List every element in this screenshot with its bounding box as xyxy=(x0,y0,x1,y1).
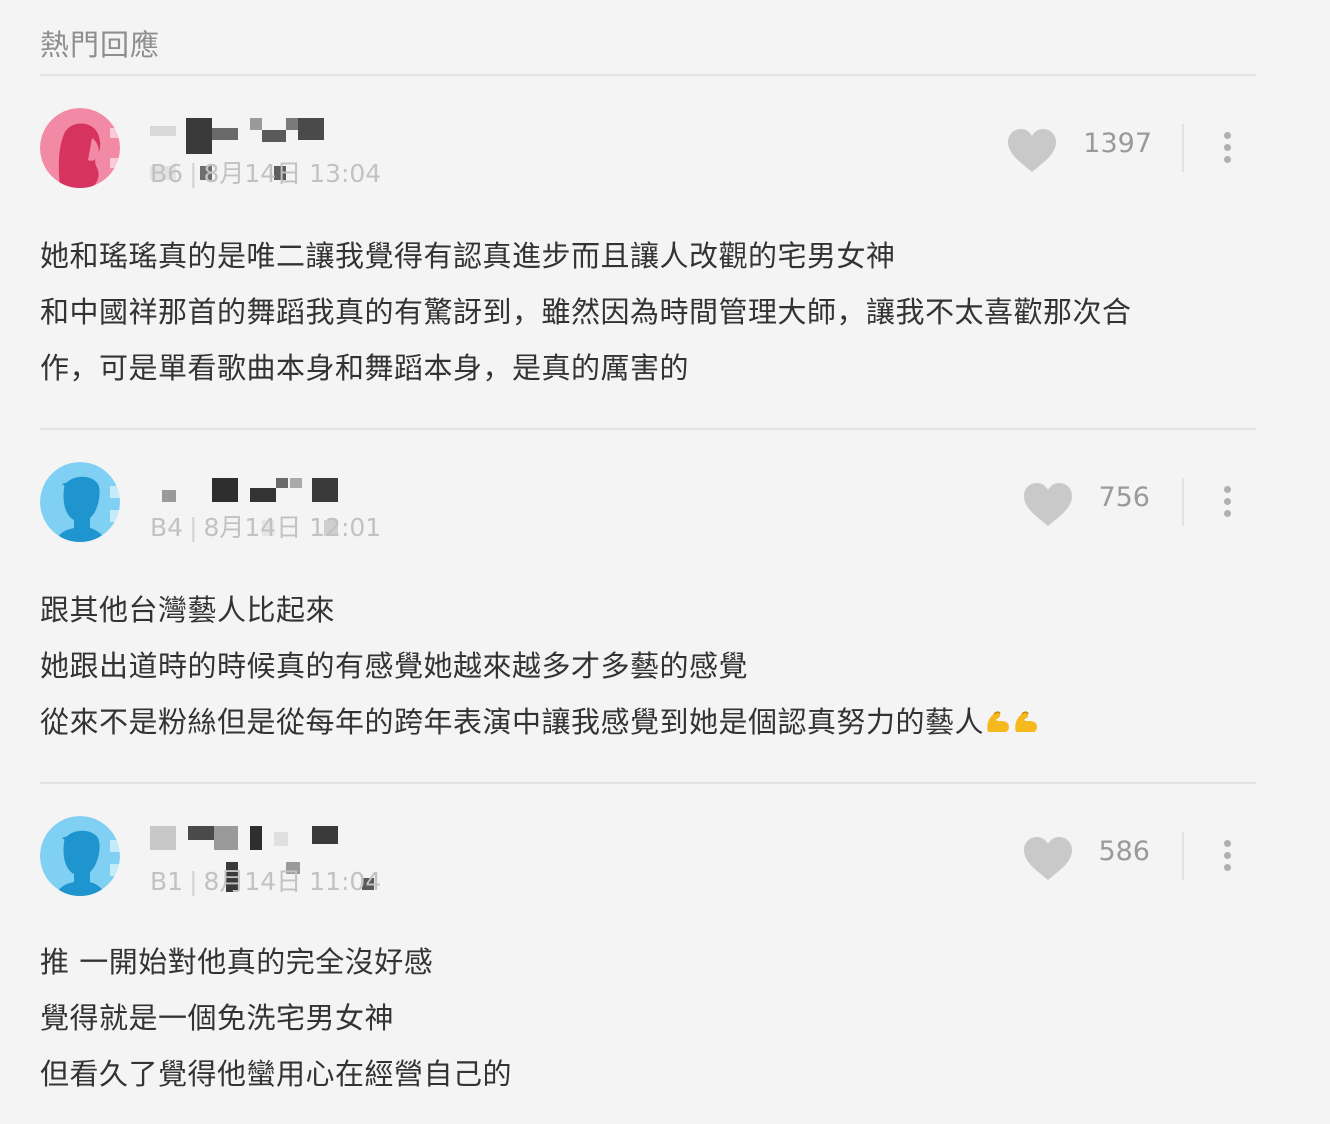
dot-icon xyxy=(1224,132,1231,139)
more-options-button[interactable] xyxy=(1216,128,1240,168)
like-button[interactable] xyxy=(1006,128,1058,174)
comment-date: 8月14日 xyxy=(203,867,302,896)
comment-meta: B1 | 8月14日 11:04 xyxy=(150,862,381,898)
like-count: 1397 xyxy=(1083,128,1152,159)
comment-line: 和中國祥那首的舞蹈我真的有驚訝到，雖然因為時間管理大師，讓我不太喜歡那次合 xyxy=(40,295,1132,329)
comment-body: 她和瑤瑤真的是唯二讓我覺得有認真進步而且讓人改觀的宅男女神 和中國祥那首的舞蹈我… xyxy=(40,228,1132,396)
divider xyxy=(40,782,1256,784)
dot-icon xyxy=(1224,852,1231,859)
dot-icon xyxy=(1224,510,1231,517)
comment-meta: B6 | 8月14日 13:04 xyxy=(150,154,381,190)
dot-icon xyxy=(1224,498,1231,505)
hot-replies-page: 熱門回應 B6 | 8月14日 13:04 1397 她和瑤瑤真的是唯二讓我覺得… xyxy=(0,0,1330,1124)
divider xyxy=(40,428,1256,430)
dot-icon xyxy=(1224,156,1231,163)
dot-icon xyxy=(1224,144,1231,151)
comment-line: 她和瑤瑤真的是唯二讓我覺得有認真進步而且讓人改觀的宅男女神 xyxy=(40,239,896,273)
comment-date: 8月14日 xyxy=(203,159,302,188)
comment-line: 跟其他台灣藝人比起來 xyxy=(40,593,336,627)
vertical-divider xyxy=(1182,124,1184,172)
comment-body: 跟其他台灣藝人比起來 她跟出道時的時候真的有感覺她越來越多才多藝的感覺 從來不是… xyxy=(40,582,1040,750)
dot-icon xyxy=(1224,864,1231,871)
vertical-divider xyxy=(1182,832,1184,880)
comment-line-with-emoji: 從來不是粉絲但是從每年的跨年表演中讓我感覺到她是個認真努力的藝人 xyxy=(40,694,1040,750)
meta-separator: | xyxy=(189,867,198,896)
comment-meta: B4 | 8月14日 12:01 xyxy=(150,508,381,544)
more-options-button[interactable] xyxy=(1216,836,1240,876)
vertical-divider xyxy=(1182,478,1184,526)
comment-item: B6 | 8月14日 13:04 1397 她和瑤瑤真的是唯二讓我覺得有認真進步而且… xyxy=(40,108,1256,408)
meta-separator: | xyxy=(189,513,198,542)
comment-line: 她跟出道時的時候真的有感覺她越來越多才多藝的感覺 xyxy=(40,649,749,683)
comment-line: 從來不是粉絲但是從每年的跨年表演中讓我感覺到她是個認真努力的藝人 xyxy=(40,705,985,739)
comment-line: 覺得就是一個免洗宅男女神 xyxy=(40,1001,395,1035)
user-avatar[interactable] xyxy=(40,462,120,542)
comment-date: 8月14日 xyxy=(203,513,302,542)
comment-time: 12:01 xyxy=(309,513,382,542)
like-count: 756 xyxy=(1098,482,1150,513)
comment-line: 作，可是單看歌曲本身和舞蹈本身，是真的厲害的 xyxy=(40,351,690,385)
section-title: 熱門回應 xyxy=(40,28,161,62)
comment-line: 但看久了覺得他蠻用心在經營自己的 xyxy=(40,1057,513,1091)
comment-time: 11:04 xyxy=(309,867,382,896)
male-avatar-icon xyxy=(40,462,120,542)
dot-icon xyxy=(1224,486,1231,493)
comment-time: 13:04 xyxy=(309,159,382,188)
floor-number: B4 xyxy=(150,513,184,542)
comment-item: B1 | 8月14日 11:04 586 推 一開始對他真的完全沒好感 覺得就是一個… xyxy=(40,816,1256,1116)
user-avatar[interactable] xyxy=(40,108,120,188)
comment-body: 推 一開始對他真的完全沒好感 覺得就是一個免洗宅男女神 但看久了覺得他蠻用心在經… xyxy=(40,934,512,1102)
divider xyxy=(40,74,1256,76)
heart-icon xyxy=(1008,129,1056,172)
floor-number: B6 xyxy=(150,159,184,188)
floor-number: B1 xyxy=(150,867,184,896)
flexed-biceps-icon xyxy=(1015,711,1038,732)
female-avatar-icon xyxy=(40,108,120,188)
dot-icon xyxy=(1224,840,1231,847)
flexed-biceps-emoji xyxy=(984,705,1040,739)
male-avatar-icon xyxy=(40,816,120,896)
like-count: 586 xyxy=(1098,836,1150,867)
meta-separator: | xyxy=(189,159,198,188)
more-options-button[interactable] xyxy=(1216,482,1240,522)
flexed-biceps-icon xyxy=(987,711,1010,732)
comment-line: 推 一開始對他真的完全沒好感 xyxy=(40,945,434,979)
comment-item: B4 | 8月14日 12:01 756 跟其他台灣藝人比起來 她跟出道時的時候真的… xyxy=(40,462,1256,762)
user-avatar[interactable] xyxy=(40,816,120,896)
